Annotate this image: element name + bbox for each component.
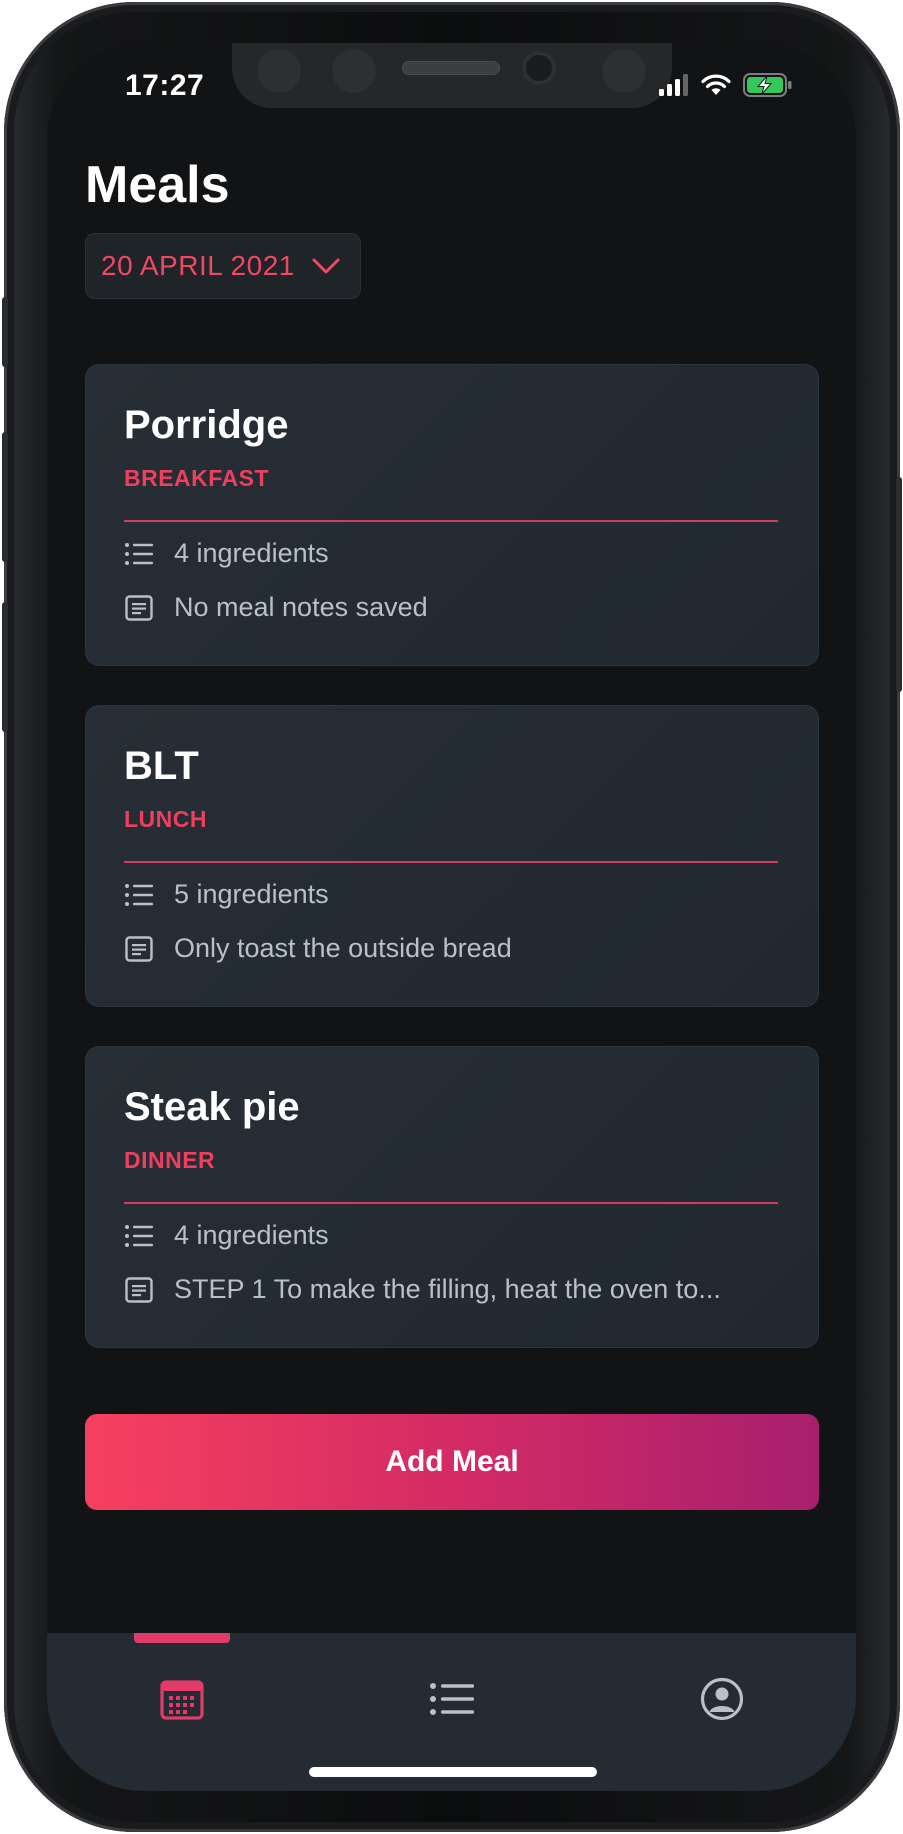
meal-name: BLT bbox=[124, 744, 199, 788]
tab-list[interactable] bbox=[422, 1669, 482, 1729]
status-icons bbox=[659, 73, 793, 97]
side-button-mute bbox=[2, 297, 8, 367]
list-icon bbox=[430, 1683, 474, 1715]
side-button-power bbox=[896, 477, 902, 692]
meal-name: Porridge bbox=[124, 403, 289, 447]
notch-sensor bbox=[257, 49, 301, 93]
notes-row: STEP 1 To make the filling, heat the ove… bbox=[124, 1274, 721, 1305]
divider bbox=[124, 520, 778, 522]
notes-icon bbox=[124, 1275, 154, 1305]
home-indicator[interactable] bbox=[309, 1767, 597, 1777]
tab-calendar[interactable] bbox=[152, 1669, 212, 1729]
date-picker[interactable]: 20 APRIL 2021 bbox=[85, 233, 361, 299]
meal-card-lunch[interactable]: BLT LUNCH 5 ingredients Only toast the o… bbox=[85, 705, 819, 1007]
list-icon bbox=[124, 539, 154, 569]
wifi-icon bbox=[701, 74, 731, 95]
meal-card-breakfast[interactable]: Porridge BREAKFAST 4 ingredients No meal… bbox=[85, 364, 819, 666]
status-time: 17:27 bbox=[125, 69, 205, 102]
add-meal-button[interactable]: Add Meal bbox=[85, 1414, 819, 1510]
meal-type: LUNCH bbox=[124, 806, 207, 832]
cellular-signal-icon bbox=[659, 74, 688, 96]
profile-icon bbox=[700, 1677, 744, 1721]
calendar-icon bbox=[160, 1680, 204, 1720]
notch-sensor bbox=[332, 49, 376, 93]
page-title: Meals bbox=[85, 156, 230, 214]
meal-notes: Only toast the outside bread bbox=[174, 933, 512, 963]
meal-notes: No meal notes saved bbox=[174, 592, 428, 622]
notes-icon bbox=[124, 593, 154, 623]
side-button-volume-down bbox=[2, 602, 8, 732]
tab-profile[interactable] bbox=[692, 1669, 752, 1729]
meal-notes: STEP 1 To make the filling, heat the ove… bbox=[174, 1274, 721, 1304]
list-icon bbox=[124, 1221, 154, 1251]
battery-charging-icon bbox=[743, 73, 792, 97]
active-tab-indicator bbox=[134, 1633, 230, 1643]
earpiece-speaker bbox=[402, 61, 500, 75]
date-picker-value: 20 APRIL 2021 bbox=[101, 250, 295, 281]
front-camera bbox=[522, 51, 556, 85]
list-icon bbox=[124, 880, 154, 910]
chevron-down-icon bbox=[312, 258, 340, 274]
meal-card-dinner[interactable]: Steak pie DINNER 4 ingredients STEP 1 To… bbox=[85, 1046, 819, 1348]
notes-row: Only toast the outside bread bbox=[124, 933, 512, 964]
ingredients-row: 4 ingredients bbox=[124, 538, 329, 569]
meal-name: Steak pie bbox=[124, 1085, 300, 1129]
notch-sensor bbox=[602, 49, 646, 93]
notch bbox=[232, 43, 672, 108]
side-button-volume-up bbox=[2, 432, 8, 562]
divider bbox=[124, 1202, 778, 1204]
ingredients-count: 4 ingredients bbox=[174, 538, 329, 568]
app-screen: 17:27 Meals 20 APRIL 2021 Porridge BREAK bbox=[47, 43, 856, 1791]
ingredients-count: 4 ingredients bbox=[174, 1220, 329, 1250]
ingredients-row: 4 ingredients bbox=[124, 1220, 329, 1251]
meal-type: DINNER bbox=[124, 1147, 216, 1173]
notes-icon bbox=[124, 934, 154, 964]
ingredients-count: 5 ingredients bbox=[174, 879, 329, 909]
meal-type: BREAKFAST bbox=[124, 465, 270, 491]
divider bbox=[124, 861, 778, 863]
ingredients-row: 5 ingredients bbox=[124, 879, 329, 910]
notes-row: No meal notes saved bbox=[124, 592, 428, 623]
